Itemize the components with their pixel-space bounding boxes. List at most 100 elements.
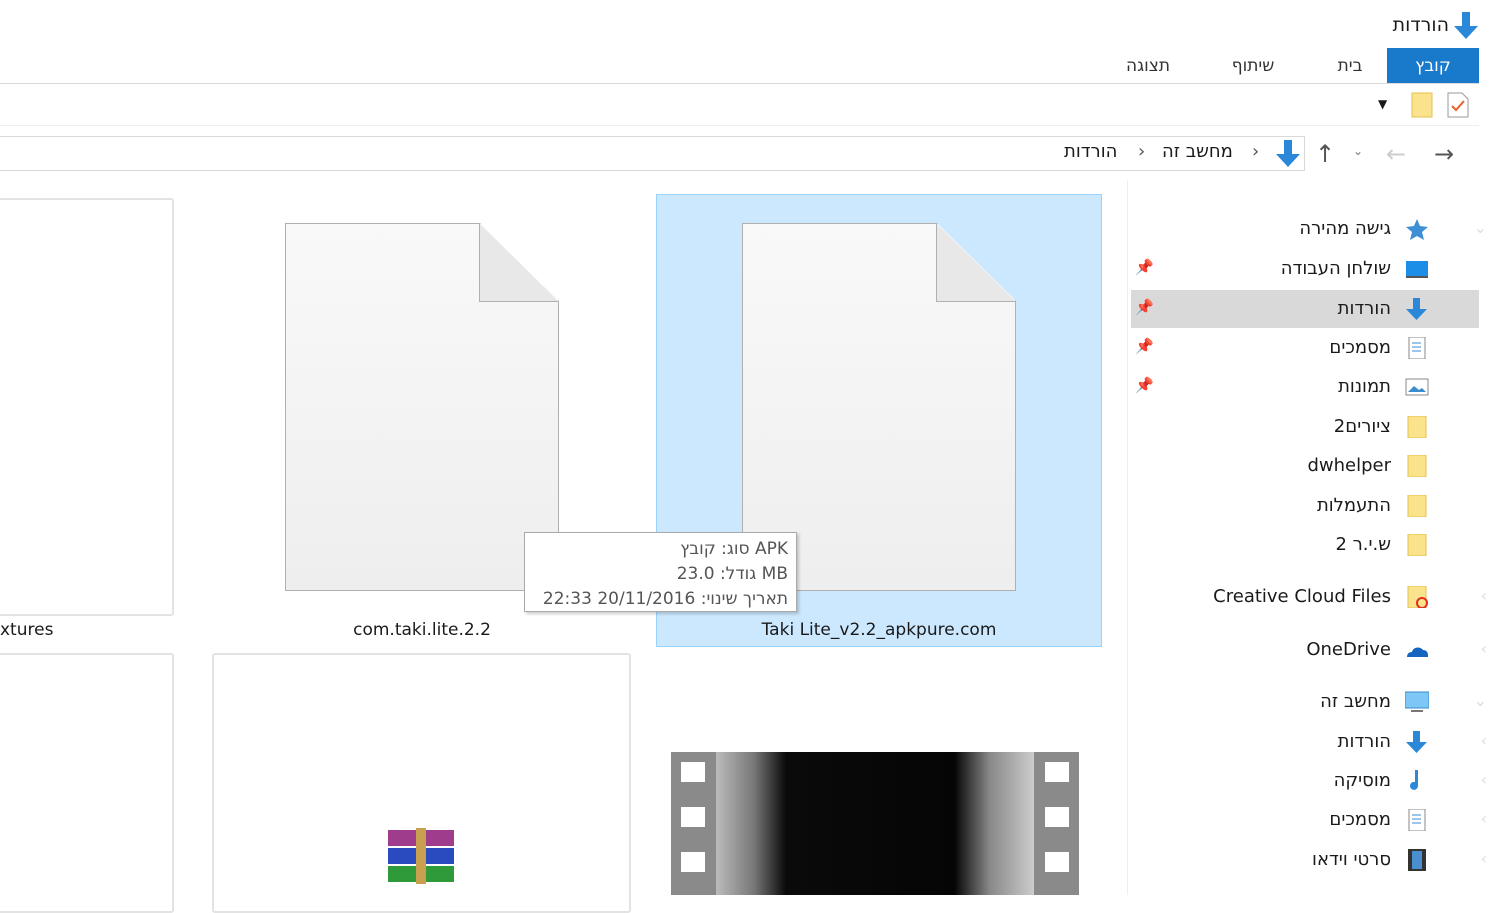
sidebar-item[interactable]: הורדות 📌 (1131, 290, 1479, 328)
chevron-left-icon[interactable]: ‹ (1481, 809, 1487, 828)
chevron-left-icon[interactable]: ‹ (1481, 849, 1487, 868)
sidebar-item-label: מסמכים (1329, 337, 1391, 358)
sidebar-item[interactable]: מסמכים ‹ (1131, 801, 1487, 839)
video-thumbnail[interactable] (671, 752, 1079, 895)
sidebar-item-label: הורדות (1337, 731, 1391, 752)
sidebar-item-label: התעמלות (1316, 495, 1391, 516)
film-hole (681, 762, 705, 782)
file-tooltip: סוג: קובץ APK גודל: 23.0 MB תאריך שינוי:… (524, 532, 797, 612)
customize-toolbar-dropdown[interactable]: ▼ (1378, 97, 1387, 111)
file-tile[interactable] (0, 653, 174, 913)
computer-icon (1405, 691, 1429, 712)
folder-icon (1407, 455, 1427, 477)
documents-icon (1408, 809, 1426, 831)
pin-icon[interactable]: 📌 (1135, 298, 1154, 316)
sidebar-item-label: תמונות (1338, 376, 1391, 397)
sidebar-item-label: OneDrive (1306, 639, 1391, 660)
sidebar-item[interactable]: התעמלות (1131, 487, 1479, 525)
pin-icon[interactable]: 📌 (1135, 337, 1154, 355)
download-icon (1406, 731, 1427, 753)
film-hole (1045, 762, 1069, 782)
sidebar-item-label: ש.י.ר 2 (1335, 534, 1391, 555)
creative-cloud-icon (1407, 586, 1428, 608)
chevron-down-icon[interactable]: ⌄ (1474, 691, 1487, 710)
sidebar-item-label: מוסיקה (1333, 770, 1391, 791)
sidebar-item[interactable]: dwhelper (1131, 447, 1479, 485)
window-title-text: הורדות (1392, 14, 1449, 36)
star-icon (1406, 219, 1428, 240)
new-folder-icon[interactable] (1411, 92, 1433, 118)
sidebar-item[interactable]: מחשב זה ⌄ (1131, 683, 1487, 721)
tab-home[interactable]: בית (1313, 48, 1387, 83)
download-icon (1276, 140, 1300, 167)
tab-share[interactable]: שיתוף (1193, 48, 1313, 83)
desktop-icon (1406, 261, 1428, 278)
film-hole (681, 807, 705, 827)
sidebar-item[interactable]: מוסיקה ‹ (1131, 762, 1487, 800)
pane-divider[interactable] (1127, 180, 1128, 895)
crumb-text: הורדות (1064, 141, 1118, 162)
sidebar-item[interactable]: ציורים2 (1131, 408, 1479, 446)
breadcrumb-separator[interactable]: › (1138, 141, 1145, 162)
tab-file[interactable]: קובץ (1387, 48, 1479, 83)
tab-label: תצוגה (1125, 55, 1170, 76)
film-hole (1045, 807, 1069, 827)
pictures-icon (1405, 378, 1429, 396)
window-title: הורדות (1393, 14, 1449, 36)
sidebar-item[interactable]: Creative Cloud Files ‹ (1131, 578, 1487, 616)
tab-label: בית (1337, 55, 1363, 76)
sidebar-item[interactable]: שולחן העבודה 📌 (1131, 250, 1479, 288)
file-name: xtures (0, 620, 54, 640)
winrar-archive-icon (388, 828, 454, 884)
download-icon (1406, 298, 1427, 320)
recent-locations-dropdown[interactable]: ⌄ (1353, 144, 1363, 158)
chevron-left-icon[interactable]: ‹ (1481, 639, 1487, 658)
sidebar-item-label: גישה מהירה (1299, 218, 1391, 239)
sidebar-item-label: הורדות (1337, 298, 1391, 319)
chevron-left-icon[interactable]: ‹ (1481, 770, 1487, 789)
chevron-left-icon[interactable]: ‹ (1481, 586, 1487, 605)
documents-icon (1408, 337, 1426, 359)
sidebar-item-label: ציורים2 (1333, 416, 1391, 437)
tooltip-type: סוג: קובץ APK (680, 539, 788, 559)
chevron-left-icon[interactable]: ‹ (1481, 731, 1487, 750)
tab-label: קובץ (1415, 55, 1451, 76)
up-button[interactable]: ↑ (1315, 140, 1335, 168)
back-button[interactable]: → (1434, 140, 1454, 168)
file-name: Taki Lite_v2.2_apkpure.com (761, 620, 997, 640)
breadcrumb-separator[interactable]: › (1252, 141, 1259, 162)
sidebar-item-label: סרטי וידאו (1312, 849, 1391, 870)
tooltip-size: גודל: 23.0 MB (676, 564, 788, 584)
properties-icon[interactable] (1447, 92, 1469, 118)
sidebar-item[interactable]: גישה מהירה ⌄ (1131, 210, 1487, 248)
download-icon (1454, 12, 1478, 39)
chevron-down-icon[interactable]: ⌄ (1474, 218, 1487, 237)
sidebar-item-label: שולחן העבודה (1280, 258, 1391, 279)
pin-icon[interactable]: 📌 (1135, 258, 1154, 276)
sidebar-item[interactable]: הורדות ‹ (1131, 723, 1487, 761)
ribbon-divider (0, 83, 1479, 84)
sidebar-item[interactable]: OneDrive ‹ (1131, 631, 1487, 669)
sidebar-item-label: מחשב זה (1320, 691, 1391, 712)
sidebar-item[interactable]: מסמכים 📌 (1131, 329, 1479, 367)
sidebar-item[interactable]: תמונות 📌 (1131, 368, 1479, 406)
music-icon (1410, 770, 1418, 790)
file-name: com.taki.lite.2.2 (353, 620, 491, 640)
breadcrumb-downloads[interactable]: הורדות (1064, 141, 1117, 162)
sidebar-item[interactable]: ש.י.ר 2 (1131, 526, 1479, 564)
folder-icon (1407, 534, 1427, 556)
film-hole (681, 852, 705, 872)
sidebar-item-label: מסמכים (1329, 809, 1391, 830)
sidebar-item[interactable]: סרטי וידאו ‹ (1131, 841, 1487, 879)
breadcrumb-this-pc[interactable]: מחשב זה (1162, 141, 1233, 162)
pin-icon[interactable]: 📌 (1135, 376, 1154, 394)
onedrive-icon (1407, 647, 1428, 657)
folder-icon (1407, 495, 1427, 517)
crumb-text: מחשב זה (1162, 141, 1233, 162)
tab-view[interactable]: תצוגה (1103, 48, 1193, 83)
tab-label: שיתוף (1231, 55, 1275, 76)
film-hole (1045, 852, 1069, 872)
forward-button[interactable]: ← (1386, 140, 1406, 168)
tooltip-modified: תאריך שינוי: 20/11/2016 22:33 (542, 589, 788, 609)
file-tile[interactable] (0, 198, 174, 616)
